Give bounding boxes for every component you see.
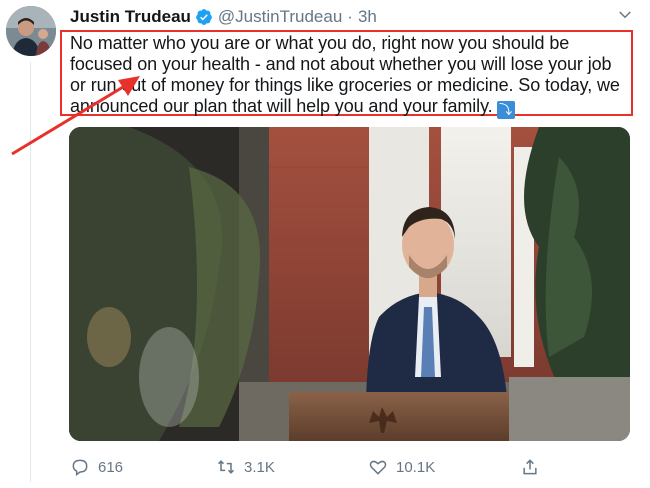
reply-count: 616: [98, 458, 124, 476]
tweet-photo[interactable]: [69, 127, 630, 441]
like-icon: [369, 460, 387, 475]
reply-button[interactable]: 616: [70, 456, 123, 478]
retweet-button[interactable]: 3.1K: [216, 456, 275, 478]
tweet-text-line: No matter who you are or what you do, ri…: [70, 33, 570, 53]
verified-icon: [196, 9, 212, 25]
author-name[interactable]: Justin Trudeau: [70, 7, 191, 27]
share-button[interactable]: [520, 456, 548, 478]
share-icon: [523, 459, 537, 475]
separator-dot: ·: [347, 7, 353, 26]
arrow-down-emoji-icon: ⤵: [496, 101, 515, 119]
tweet-header: Justin Trudeau @JustinTrudeau · 3h: [70, 6, 377, 28]
avatar-image: [6, 6, 56, 56]
author-handle[interactable]: @JustinTrudeau: [218, 7, 342, 27]
tweet-actions: 616 3.1K 10.1K: [70, 456, 570, 478]
like-button[interactable]: 10.1K: [368, 456, 435, 478]
tweet: Justin Trudeau @JustinTrudeau · 3h No ma…: [0, 0, 650, 488]
like-count: 10.1K: [396, 458, 436, 476]
chevron-down-icon[interactable]: [616, 6, 634, 24]
retweet-count: 3.1K: [244, 458, 275, 476]
reply-icon: [72, 459, 88, 476]
timestamp[interactable]: 3h: [358, 7, 377, 27]
photo-scene: [69, 127, 630, 441]
avatar[interactable]: [6, 6, 56, 56]
retweet-icon: [217, 460, 235, 474]
